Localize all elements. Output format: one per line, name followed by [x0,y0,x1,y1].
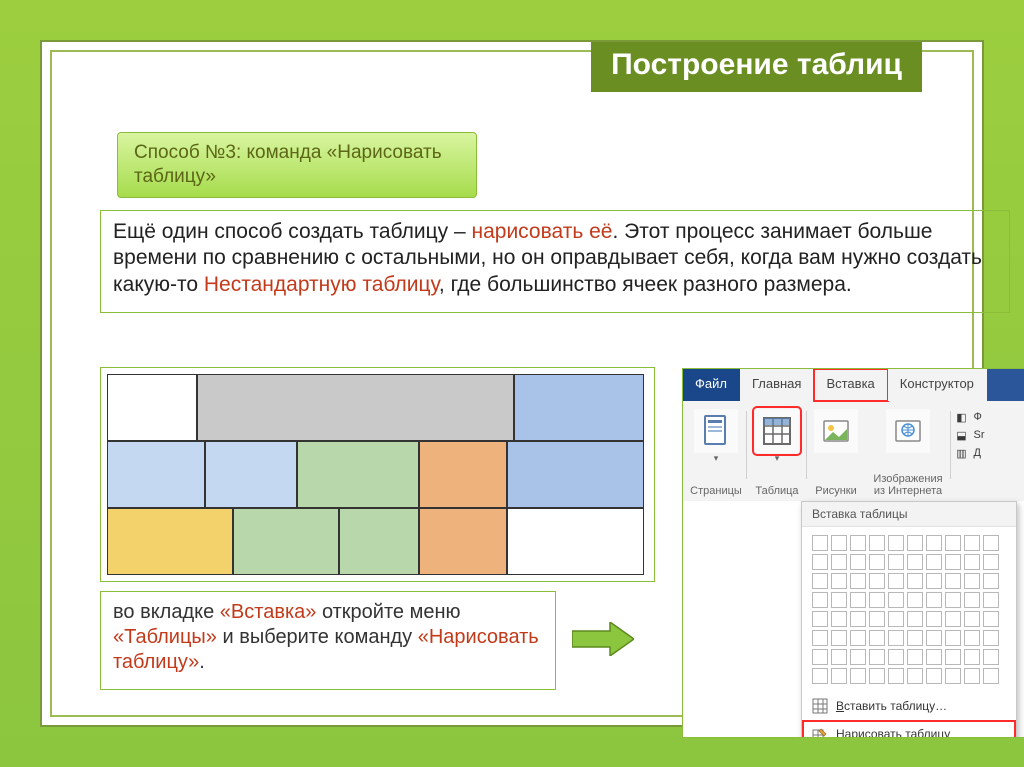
online-images-button[interactable] [886,409,930,453]
tab-insert[interactable]: Вставка [814,369,887,401]
pages-button[interactable] [694,409,738,453]
instr-text: откройте меню [316,601,460,623]
shapes-button[interactable]: ◧Ф [954,410,985,424]
para-text: Ещё один способ создать таблицу – [113,220,471,243]
para-highlight: нарисовать её [471,220,612,243]
instr-highlight: «Таблицы» [113,626,217,648]
insert-table-label: Вставить таблицу… [836,699,947,713]
insert-table-item[interactable]: Вставить таблицу… [802,692,1016,720]
instr-text: . [199,651,205,673]
ribbon-body: ▾ Страницы ▾ Таблица Рисунки [683,401,1024,501]
para-text: , где большинство ячеек разного размера. [439,273,852,296]
para-highlight: Нестандартную таблицу [204,273,439,296]
ribbon-tabs: Файл Главная Вставка Конструктор [683,369,1024,401]
tab-file[interactable]: Файл [683,369,740,401]
chart-button[interactable]: ▥Д [954,446,985,460]
dropdown-grid[interactable] [802,527,1016,692]
slide-canvas: Построение таблиц Способ №3: команда «На… [40,40,984,727]
group-table: ▾ Таблица [747,407,807,497]
smartart-button[interactable]: ⬓Sr [954,428,985,442]
chevron-down-icon: ▾ [775,453,780,464]
group-online-images: Изображенияиз Интернета [865,407,951,497]
group-label: Страницы [690,485,742,497]
table-icon [812,698,828,714]
pencil-icon [812,726,828,738]
group-label: Изображенияиз Интернета [873,473,942,497]
method-subtitle: Способ №3: команда «Нарисовать таблицу» [117,132,477,198]
dropdown-header: Вставка таблицы [802,502,1016,527]
slide-title: Построение таблиц [591,42,922,92]
arrow-icon [572,622,634,656]
group-pages: ▾ Страницы [685,407,747,497]
chart-icon: ▥ [954,446,970,460]
instr-text: во вкладке [113,601,220,623]
table-dropdown: Вставка таблицы Вставить таблицу… Нарисо… [801,501,1017,738]
example-table [100,367,655,582]
smartart-icon: ⬓ [954,428,970,442]
group-label: Таблица [755,485,798,497]
instr-highlight: «Вставка» [220,601,317,623]
word-ribbon-mock: Файл Главная Вставка Конструктор ▾ Стран… [682,368,1024,738]
chevron-down-icon: ▾ [714,453,719,464]
tab-design[interactable]: Конструктор [888,369,987,401]
table-button[interactable] [755,409,799,453]
shapes-icon: ◧ [954,410,970,424]
instr-text: и выберите команду [217,626,418,648]
description-text: Ещё один способ создать таблицу – нарисо… [100,210,1010,313]
pictures-button[interactable] [814,409,858,453]
group-label: Рисунки [815,485,857,497]
draw-table-label: Нарисовать таблицу [836,727,950,738]
tab-home[interactable]: Главная [740,369,814,401]
group-misc: ◧Ф ⬓Sr ▥Д [951,407,987,497]
draw-table-item[interactable]: Нарисовать таблицу [802,720,1016,738]
group-pictures: Рисунки [807,407,865,497]
instruction-text: во вкладке «Вставка» откройте меню «Табл… [100,591,556,690]
